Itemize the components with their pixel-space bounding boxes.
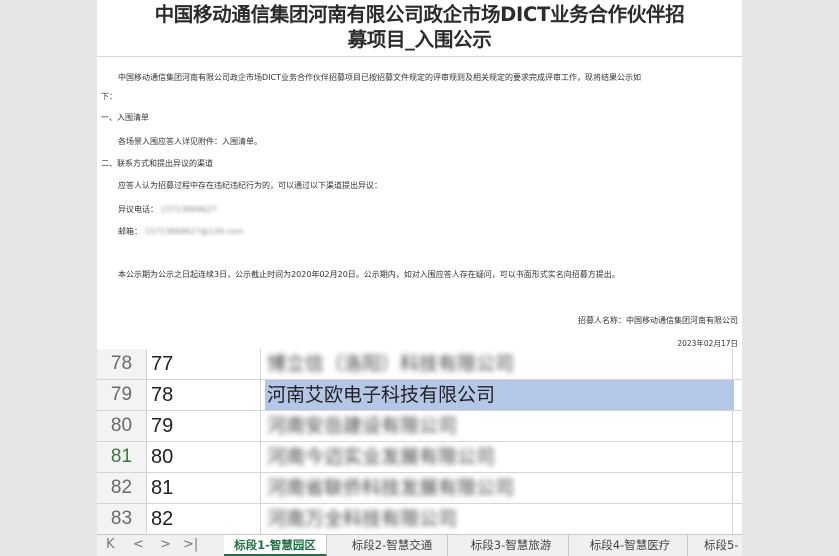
company-cell[interactable]: 河南安岳建设有限公司	[265, 411, 734, 441]
company-cell[interactable]: 博立信（洛阳）科技有限公司	[265, 349, 734, 379]
index-cell[interactable]: 79	[151, 411, 173, 441]
sheet-tab[interactable]: 标段2-智慧交通	[337, 535, 448, 556]
table-row[interactable]: 82 81 河南省联侨科技发展有限公司	[97, 473, 742, 504]
section2-heading: 二、联系方式和提出异议的渠道	[101, 159, 213, 168]
phone-line: 异议电话： 15713869627	[118, 205, 217, 215]
phone-label: 异议电话：	[118, 205, 158, 214]
next-sheet-button[interactable]: >	[160, 537, 171, 553]
row-header[interactable]: 78	[97, 349, 146, 379]
table-row[interactable]: 80 79 河南安岳建设有限公司	[97, 411, 742, 442]
intro-text-continued: 下：	[101, 92, 117, 101]
section1-body: 各场景入围应答人详见附件：入围清单。	[118, 137, 262, 146]
intro-text: 中国移动通信集团河南有限公司政企市场DICT业务合作伙伴招募项目已按招募文件规定…	[118, 73, 641, 82]
sheet-tab[interactable]: 标段3-智慧旅游	[454, 535, 569, 556]
row-header[interactable]: 83	[97, 504, 146, 534]
sheet-tab-active[interactable]: 标段1-智慧园区	[224, 535, 327, 556]
sheet-tab[interactable]: 标段4-智慧医疗	[573, 535, 688, 556]
company-name-redacted: 河南安岳建设有限公司	[267, 415, 458, 437]
index-cell[interactable]: 81	[151, 473, 173, 503]
last-sheet-button[interactable]: >|	[183, 537, 198, 553]
company-name-redacted: 河南省联侨科技发展有限公司	[267, 477, 515, 499]
company-cell[interactable]: 河南今迈实业发展有限公司	[265, 442, 734, 472]
index-cell[interactable]: 82	[151, 504, 173, 534]
phone-value-redacted: 15713869627	[160, 205, 217, 214]
table-row[interactable]: 79 78 河南艾欧电子科技有限公司	[97, 380, 742, 411]
title-line-2: 募项目_入围公示	[347, 28, 492, 51]
table-row[interactable]: 78 77 博立信（洛阳）科技有限公司	[97, 349, 742, 380]
first-sheet-button[interactable]: K	[106, 537, 115, 553]
company-name-redacted: 河南万全科技有限公司	[267, 508, 458, 530]
title-line-1: 中国移动通信集团河南有限公司政企市场DICT业务合作伙伴招	[154, 3, 685, 26]
table-row[interactable]: 83 82 河南万全科技有限公司	[97, 504, 742, 534]
index-cell[interactable]: 77	[151, 349, 173, 379]
email-value-redacted: 15713869627@139.com	[144, 227, 244, 236]
row-header[interactable]: 82	[97, 473, 146, 503]
company-name-redacted: 河南今迈实业发展有限公司	[267, 446, 496, 468]
sheet-tab-bar: K < > >| 标段1-智慧园区 标段2-智慧交通 标段3-智慧旅游 标段4-…	[97, 534, 742, 556]
title-divider	[97, 56, 742, 57]
prev-sheet-button[interactable]: <	[133, 537, 144, 553]
notice-text: 本公示期为公示之日起连续3日，公示截止时间为2020年02月20日。公示期内，如…	[118, 270, 620, 279]
section2-body: 应答人认为招募过程中存在违纪违纪行为的，可以通过以下渠道提出异议：	[118, 181, 382, 190]
announcement-document: 中国移动通信集团河南有限公司政企市场DICT业务合作伙伴招 募项目_入围公示 中…	[97, 0, 742, 349]
spreadsheet-grid[interactable]: 78 77 博立信（洛阳）科技有限公司 79 78 河南艾欧电子科技有限公司 8…	[97, 349, 742, 534]
company-cell[interactable]: 河南万全科技有限公司	[265, 504, 734, 534]
company-cell-selected[interactable]: 河南艾欧电子科技有限公司	[265, 380, 734, 410]
sheet-tab[interactable]: 标段5-	[696, 535, 742, 556]
signature-text: 招募人名称：中国移动通信集团河南有限公司	[578, 316, 738, 325]
announcement-title: 中国移动通信集团河南有限公司政企市场DICT业务合作伙伴招 募项目_入围公示	[97, 2, 742, 52]
announcement-date: 2023年02月17日	[677, 339, 738, 348]
index-cell[interactable]: 80	[151, 442, 173, 472]
row-header[interactable]: 79	[97, 380, 146, 410]
row-header-active[interactable]: 81	[97, 442, 146, 472]
email-label: 邮箱：	[118, 227, 142, 236]
email-line: 邮箱： 15713869627@139.com	[118, 227, 243, 237]
company-cell[interactable]: 河南省联侨科技发展有限公司	[265, 473, 734, 503]
company-name-redacted: 博立信（洛阳）科技有限公司	[267, 353, 515, 375]
company-name: 河南艾欧电子科技有限公司	[267, 384, 496, 406]
index-cell[interactable]: 78	[151, 380, 173, 410]
section1-heading: 一、入围清单	[101, 113, 149, 122]
table-row[interactable]: 81 80 河南今迈实业发展有限公司	[97, 442, 742, 473]
row-header[interactable]: 80	[97, 411, 146, 441]
